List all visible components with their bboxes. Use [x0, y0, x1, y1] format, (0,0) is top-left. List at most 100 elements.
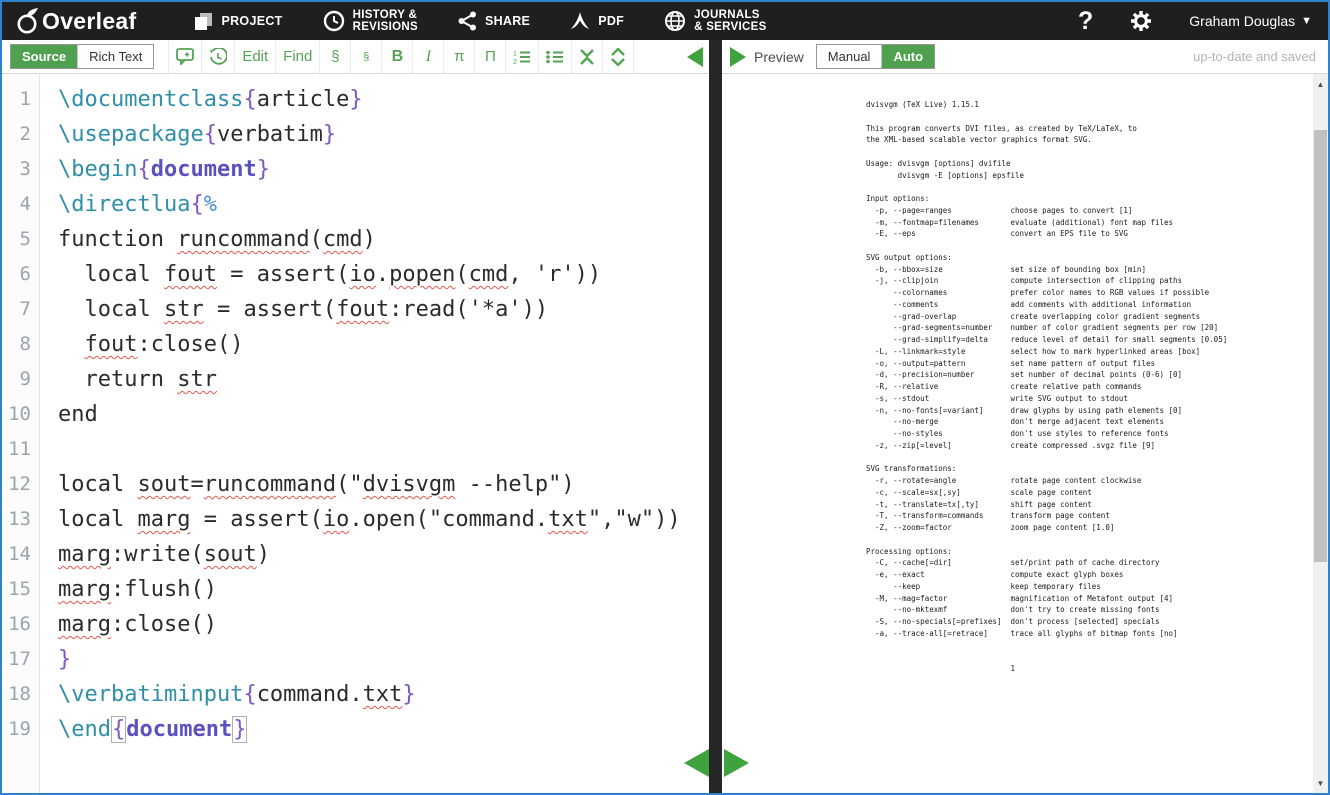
line-number: 15: [2, 572, 31, 607]
section-large-button[interactable]: §: [320, 40, 351, 73]
share-icon: [458, 11, 477, 31]
menu-share-label: SHARE: [485, 14, 530, 28]
edit-menu-button[interactable]: Edit: [235, 40, 276, 73]
preview-play-icon[interactable]: [730, 47, 746, 67]
code-line: local marg = assert(io.open("command.txt…: [58, 502, 681, 537]
line-number: 1: [2, 82, 31, 117]
pdf-preview-pane[interactable]: dvisvgm (TeX Live) 1.15.1 This program c…: [722, 74, 1328, 793]
pages-icon: [194, 12, 213, 31]
source-mode-button[interactable]: Source: [11, 45, 77, 68]
auto-compile-button[interactable]: Auto: [881, 45, 934, 68]
line-number: 3: [2, 152, 31, 187]
collapse-editor-bottom-arrow[interactable]: [684, 749, 709, 777]
source-editor[interactable]: 12345678910111213141516171819 \documentc…: [2, 74, 709, 793]
menu-history-revisions[interactable]: HISTORY & REVISIONS: [323, 9, 418, 33]
editor-toolbar-buttons: Edit Find § § B I π Π 1 2: [168, 40, 634, 73]
indent-button[interactable]: [603, 40, 634, 73]
user-menu[interactable]: Graham Douglas ▼: [1189, 13, 1312, 29]
menu-pdf-label: PDF: [598, 14, 624, 28]
code-line: \usepackage{verbatim}: [58, 117, 681, 152]
save-status: up-to-date and saved: [1193, 49, 1316, 64]
top-menu: PROJECT HISTORY & REVISIONS: [194, 9, 766, 33]
find-button[interactable]: Find: [276, 40, 320, 73]
code-line: \documentclass{article}: [58, 82, 681, 117]
help-icon[interactable]: ?: [1078, 7, 1093, 36]
line-number: 19: [2, 712, 31, 747]
overleaf-logo[interactable]: Overleaf: [14, 7, 136, 35]
code-line: }: [58, 642, 681, 677]
code-line: return str: [58, 362, 681, 397]
logo-text: Overleaf: [42, 8, 136, 35]
code-area[interactable]: \documentclass{article}\usepackage{verba…: [40, 74, 681, 793]
history-clock-icon: [323, 10, 345, 32]
menu-pdf[interactable]: PDF: [570, 11, 624, 31]
code-line: function runcommand(cmd): [58, 222, 681, 257]
line-number: 5: [2, 222, 31, 257]
code-line: marg:close(): [58, 607, 681, 642]
line-number: 8: [2, 327, 31, 362]
italic-button[interactable]: I: [413, 40, 444, 73]
code-line: marg:flush(): [58, 572, 681, 607]
display-math-button[interactable]: Π: [475, 40, 506, 73]
track-changes-button[interactable]: [202, 40, 235, 73]
overleaf-leaf-icon: [14, 7, 40, 35]
manual-compile-button[interactable]: Manual: [817, 45, 882, 68]
menu-history-label: HISTORY & REVISIONS: [353, 9, 418, 33]
collapse-chevrons-icon: [579, 48, 595, 66]
preview-scrollbar[interactable]: ▲ ▼: [1313, 74, 1328, 793]
collapse-editor-arrow[interactable]: [687, 47, 703, 67]
line-number: 4: [2, 187, 31, 222]
bold-button[interactable]: B: [382, 40, 413, 73]
chevron-down-icon: ▼: [1301, 15, 1312, 27]
overleaf-app: Overleaf PROJECT HISTORY & REVISIONS: [0, 0, 1330, 795]
menu-journals-services[interactable]: JOURNALS & SERVICES: [664, 9, 766, 33]
code-line: \end{document}: [58, 712, 681, 747]
scroll-down-icon[interactable]: ▼: [1313, 775, 1328, 791]
unindent-button[interactable]: [572, 40, 603, 73]
code-line: \verbatiminput{command.txt}: [58, 677, 681, 712]
history-arrow-icon: [209, 48, 227, 66]
pane-divider[interactable]: [709, 40, 722, 793]
svg-text:1: 1: [513, 50, 517, 57]
preview-label: Preview: [754, 49, 804, 65]
section-small-button[interactable]: §: [351, 40, 382, 73]
pdf-page-content: dvisvgm (TeX Live) 1.15.1 This program c…: [866, 99, 1227, 675]
expand-preview-bottom-arrow[interactable]: [724, 749, 749, 777]
code-line: \begin{document}: [58, 152, 681, 187]
expand-chevrons-icon: [610, 48, 626, 66]
scrollbar-thumb[interactable]: [1314, 130, 1327, 562]
menu-project-label: PROJECT: [221, 14, 282, 28]
code-line: fout:close(): [58, 327, 681, 362]
menu-share[interactable]: SHARE: [458, 11, 530, 31]
editor-toolbar: Source Rich Text Edit Find §: [2, 40, 709, 74]
numbered-list-button[interactable]: 1 2: [506, 40, 539, 73]
rich-text-mode-button[interactable]: Rich Text: [77, 45, 153, 68]
bullet-list-icon: [546, 49, 564, 65]
line-number: 7: [2, 292, 31, 327]
code-line: [58, 432, 681, 467]
top-navbar: Overleaf PROJECT HISTORY & REVISIONS: [2, 2, 1328, 40]
comment-plus-icon: [176, 48, 194, 65]
menu-journals-label: JOURNALS & SERVICES: [694, 9, 766, 33]
user-name: Graham Douglas: [1189, 13, 1295, 29]
line-number: 13: [2, 502, 31, 537]
line-number: 10: [2, 397, 31, 432]
inline-math-button[interactable]: π: [444, 40, 475, 73]
mode-toggle: Source Rich Text: [10, 44, 154, 69]
menu-project[interactable]: PROJECT: [194, 12, 282, 31]
scroll-up-icon[interactable]: ▲: [1313, 76, 1328, 92]
globe-icon: [664, 10, 686, 32]
code-line: local sout=runcommand("dvisvgm --help"): [58, 467, 681, 502]
gear-icon[interactable]: [1129, 9, 1153, 33]
bullet-list-button[interactable]: [539, 40, 572, 73]
line-number: 2: [2, 117, 31, 152]
add-comment-button[interactable]: [169, 40, 202, 73]
line-number-gutter: 12345678910111213141516171819: [2, 74, 40, 793]
code-line: local str = assert(fout:read('*a')): [58, 292, 681, 327]
line-number: 6: [2, 257, 31, 292]
code-line: marg:write(sout): [58, 537, 681, 572]
code-line: \directlua{%: [58, 187, 681, 222]
svg-text:2: 2: [513, 59, 517, 65]
numbered-list-icon: 1 2: [513, 49, 531, 65]
line-number: 17: [2, 642, 31, 677]
